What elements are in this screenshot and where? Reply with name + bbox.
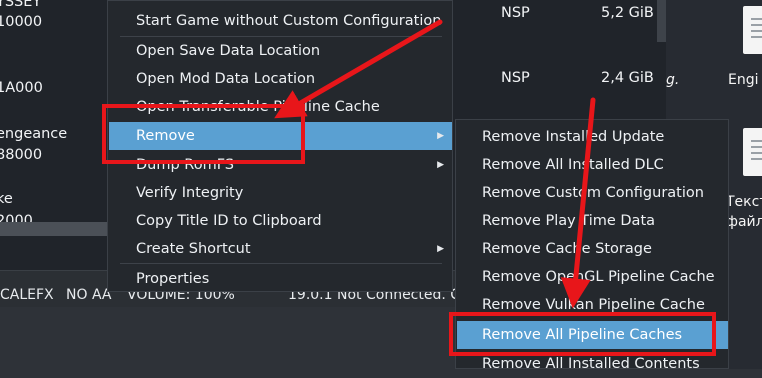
- menu-item-label: Properties: [136, 271, 210, 287]
- submenu-item-label: Remove Vulkan Pipeline Cache: [482, 297, 705, 313]
- game-file-type: NSP: [501, 5, 530, 21]
- menu-separator: [120, 263, 442, 264]
- text-file-icon[interactable]: [743, 128, 762, 176]
- menu-item-verify-integrity[interactable]: Verify Integrity: [109, 179, 452, 207]
- desktop-file-label[interactable]: Engi: [728, 72, 759, 88]
- desktop-file-label[interactable]: Текст: [726, 194, 762, 210]
- document-icon[interactable]: [743, 6, 762, 54]
- game-title-id: 10000: [0, 14, 43, 30]
- submenu-arrow-icon: ▶: [437, 160, 444, 170]
- submenu-item-remove-opengl-cache[interactable]: Remove OpenGL Pipeline Cache: [457, 263, 728, 291]
- desktop-label-fragment: g.: [666, 72, 680, 88]
- game-title[interactable]: YSSEY: [0, 0, 41, 10]
- submenu-item-label: Remove Custom Configuration: [482, 185, 704, 201]
- game-title-id: 1A000: [0, 80, 43, 96]
- vertical-scrollbar[interactable]: [657, 0, 666, 42]
- menu-item-label: Start Game without Custom Configuration: [136, 13, 442, 29]
- menu-item-start-without-custom-config[interactable]: Start Game without Custom Configuration: [109, 7, 452, 35]
- menu-item-label: Open Mod Data Location: [136, 71, 316, 87]
- menu-item-create-shortcut[interactable]: Create Shortcut ▶: [109, 235, 452, 263]
- aa-status[interactable]: NO AA: [66, 287, 112, 303]
- game-file-size: 2,4 GiB: [601, 70, 654, 86]
- submenu-arrow-icon: ▶: [437, 244, 444, 254]
- submenu-item-remove-play-time[interactable]: Remove Play Time Data: [457, 207, 728, 235]
- submenu-item-remove-custom-config[interactable]: Remove Custom Configuration: [457, 179, 728, 207]
- menu-item-label: Verify Integrity: [136, 185, 244, 201]
- submenu-item-label: Remove Cache Storage: [482, 241, 652, 257]
- menu-item-copy-title-id[interactable]: Copy Title ID to Clipboard: [109, 207, 452, 235]
- annotation-highlight-box: [102, 104, 305, 164]
- submenu-item-label: Remove Installed Update: [482, 129, 665, 145]
- game-title-id: 88000: [0, 147, 43, 163]
- annotation-highlight-box: [449, 312, 716, 356]
- game-title[interactable]: ke: [0, 191, 13, 207]
- menu-item-label: Open Save Data Location: [136, 43, 321, 59]
- menu-item-open-mod-data[interactable]: Open Mod Data Location: [109, 65, 452, 93]
- submenu-arrow-icon: ▶: [437, 131, 444, 141]
- horizontal-scrollbar[interactable]: [0, 222, 110, 236]
- filter-status[interactable]: CALEFX: [0, 287, 54, 303]
- game-title[interactable]: engeance: [0, 126, 67, 142]
- menu-item-label: Copy Title ID to Clipboard: [136, 213, 322, 229]
- submenu-item-label: Remove Play Time Data: [482, 213, 656, 229]
- submenu-item-label: Remove OpenGL Pipeline Cache: [482, 269, 715, 285]
- submenu-item-remove-update[interactable]: Remove Installed Update: [457, 123, 728, 151]
- submenu-item-label: Remove All Installed DLC: [482, 157, 664, 173]
- menu-item-properties[interactable]: Properties: [109, 265, 452, 293]
- game-file-type: NSP: [501, 70, 530, 86]
- menu-item-open-save-data[interactable]: Open Save Data Location: [109, 37, 452, 65]
- submenu-item-remove-dlc[interactable]: Remove All Installed DLC: [457, 151, 728, 179]
- submenu-item-label: Remove All Installed Contents: [482, 356, 700, 372]
- menu-item-label: Create Shortcut: [136, 241, 251, 257]
- game-file-size: 5,2 GiB: [601, 5, 654, 21]
- desktop-file-label-line2: файл: [726, 214, 762, 230]
- submenu-item-remove-cache-storage[interactable]: Remove Cache Storage: [457, 235, 728, 263]
